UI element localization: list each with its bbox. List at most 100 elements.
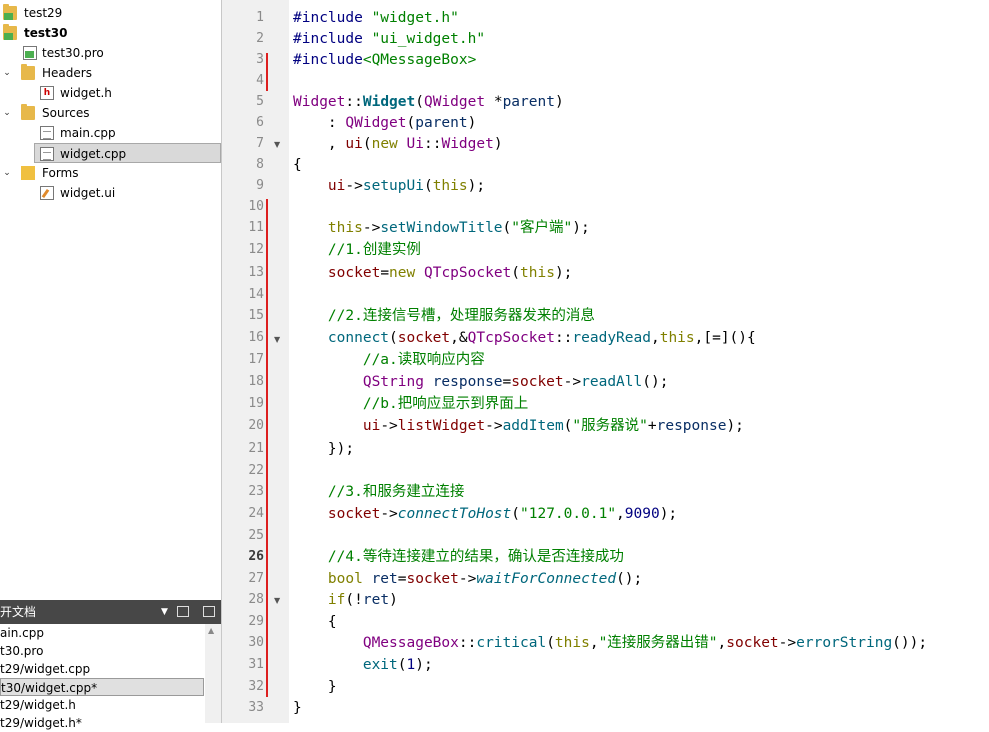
- fold-marker-icon[interactable]: ▼: [274, 140, 280, 149]
- token: "连接服务器出错": [598, 635, 718, 651]
- code-line-26: //4.等待连接建立的结果，确认是否连接成功: [293, 549, 624, 565]
- token: (: [511, 265, 521, 281]
- line-number: 27: [248, 571, 264, 586]
- token: listWidget: [397, 418, 486, 434]
- chevron-down-icon[interactable]: ⌄: [1, 63, 13, 83]
- token: );: [415, 657, 433, 673]
- token: critical: [476, 635, 547, 651]
- code-line-11: this->setWindowTitle("客户端");: [293, 218, 590, 239]
- line-number: 19: [248, 396, 264, 411]
- token: 1: [406, 657, 416, 673]
- token: parent: [502, 94, 555, 110]
- code-line-3: #include<QMessageBox>: [293, 50, 476, 71]
- fold-marker-icon[interactable]: ▼: [274, 596, 280, 605]
- token: (: [423, 178, 433, 194]
- code-line-31: exit(1);: [293, 655, 433, 676]
- token: (: [502, 220, 512, 236]
- code-line-30: QMessageBox::critical(this,"连接服务器出错",soc…: [293, 633, 927, 654]
- split-panel-icon[interactable]: [177, 606, 189, 617]
- cpp-file-icon: [40, 126, 54, 140]
- code-line-21: });: [293, 439, 354, 460]
- dropdown-arrow-icon[interactable]: ▼: [161, 600, 168, 624]
- open-doc-item[interactable]: t29/widget.h: [0, 696, 76, 714]
- tree-item-widget-h[interactable]: h widget.h: [0, 83, 221, 103]
- code-line-27: bool ret=socket->waitForConnected();: [293, 569, 642, 590]
- line-number: 22: [248, 463, 264, 478]
- tree-item-headers[interactable]: ⌄ Headers: [0, 63, 221, 83]
- token: =: [380, 265, 390, 281]
- token: #include: [293, 10, 372, 26]
- line-number-gutter: 1 2 3 4 5 6 7 8 9 10 11 12 13 14 15 16 1…: [222, 0, 289, 723]
- token: ->: [563, 374, 582, 390]
- line-number: 30: [248, 635, 264, 650]
- sources-folder-icon: [21, 104, 35, 120]
- code-line-2: #include "ui_widget.h": [293, 29, 485, 50]
- code-line-19: //b.把响应显示到界面上: [293, 396, 529, 412]
- token: );: [467, 178, 486, 194]
- token: (: [406, 115, 416, 131]
- tree-item-widget-cpp[interactable]: widget.cpp: [34, 143, 221, 163]
- token: (: [389, 330, 398, 346]
- tree-item-main-cpp[interactable]: main.cpp: [0, 123, 221, 143]
- open-doc-item-active[interactable]: t30/widget.cpp*: [0, 678, 204, 696]
- chevron-down-icon[interactable]: ⌄: [1, 163, 13, 183]
- open-documents-scrollbar[interactable]: ▲: [205, 624, 221, 723]
- token: );: [572, 220, 590, 236]
- tree-item-forms[interactable]: ⌄ Forms: [0, 163, 221, 183]
- line-number: 13: [248, 265, 264, 280]
- tree-item-label: Sources: [42, 106, 90, 120]
- token: Widget: [441, 136, 494, 152]
- left-panel: test29 test30 test30.pro ⌄ Headers h wid…: [0, 0, 222, 730]
- code-line-9: ui->setupUi(this);: [293, 176, 485, 197]
- token: new: [389, 265, 416, 281]
- open-doc-item[interactable]: t29/widget.h*: [0, 714, 82, 732]
- line-number: 21: [248, 441, 264, 456]
- token: ());: [892, 635, 928, 651]
- close-panel-icon[interactable]: [203, 606, 215, 617]
- code-editor[interactable]: 1 2 3 4 5 6 7 8 9 10 11 12 13 14 15 16 1…: [222, 0, 989, 723]
- open-doc-item[interactable]: ain.cpp: [0, 624, 44, 642]
- tree-item-test30-pro[interactable]: test30.pro: [0, 43, 221, 63]
- line-number: 1: [256, 10, 264, 25]
- tree-item-test30[interactable]: test30: [0, 23, 221, 43]
- token: ::: [424, 136, 442, 152]
- code-line-16: connect(socket,&QTcpSocket::readyRead,th…: [293, 328, 756, 349]
- scroll-up-icon[interactable]: ▲: [208, 626, 214, 635]
- token: new: [371, 136, 398, 152]
- line-number: 3: [256, 52, 264, 67]
- token: ->: [345, 178, 363, 194]
- token: #include: [293, 31, 372, 47]
- open-documents-list: ain.cpp t30.pro t29/widget.cpp t30/widge…: [0, 624, 221, 730]
- token: readyRead: [572, 330, 651, 346]
- chevron-down-icon[interactable]: ⌄: [1, 103, 13, 123]
- token: ->: [778, 635, 797, 651]
- token: ret: [371, 571, 398, 587]
- open-doc-item[interactable]: t29/widget.cpp: [0, 660, 90, 678]
- tree-item-sources[interactable]: ⌄ Sources: [0, 103, 221, 123]
- tree-item-label: test30: [24, 26, 68, 40]
- tree-item-test29[interactable]: test29: [0, 3, 221, 23]
- token: ,: [589, 635, 599, 651]
- line-number: 24: [248, 506, 264, 521]
- code-line-15: //2.连接信号槽，处理服务器发来的消息: [293, 308, 595, 324]
- line-number: 32: [248, 679, 264, 694]
- tree-item-widget-ui[interactable]: widget.ui: [0, 183, 221, 203]
- change-marker: [266, 199, 268, 697]
- line-number: 20: [248, 418, 264, 433]
- tree-item-label: main.cpp: [60, 126, 116, 140]
- code-line-32: }: [293, 677, 337, 698]
- open-doc-item[interactable]: t30.pro: [0, 642, 43, 660]
- line-number: 33: [248, 700, 264, 715]
- token: response: [432, 374, 503, 390]
- fold-marker-icon[interactable]: ▼: [274, 335, 280, 344]
- code-line-5: Widget::Widget(QWidget *parent): [293, 92, 564, 113]
- line-number: 4: [256, 73, 264, 88]
- line-number: 28: [248, 592, 264, 607]
- line-number: 6: [256, 115, 264, 130]
- token: socket: [726, 635, 779, 651]
- token: this: [659, 330, 695, 346]
